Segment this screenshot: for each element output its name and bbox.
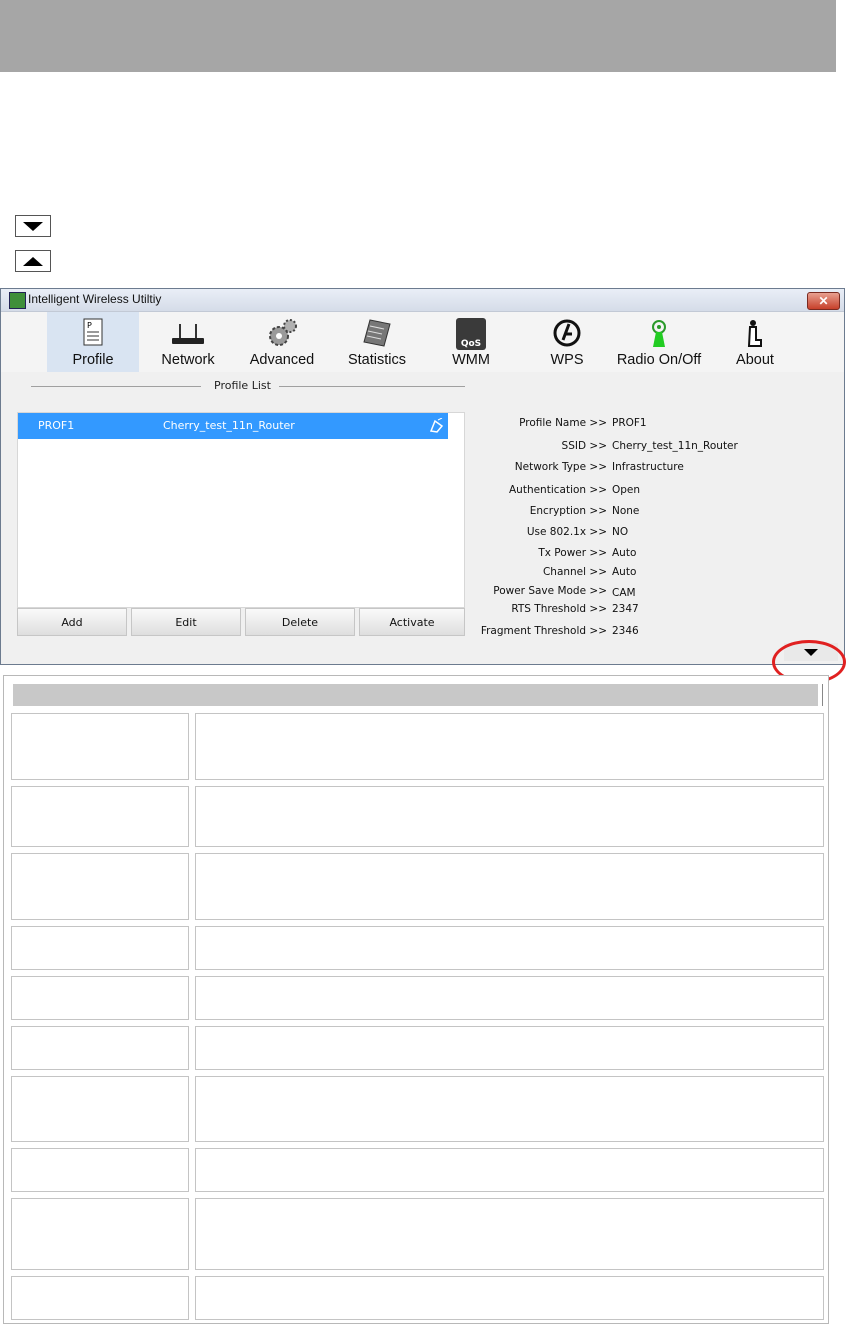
tab-wmm-label: WMM (452, 352, 490, 368)
table-cell (195, 1026, 824, 1070)
detail-label: Tx Power >> (538, 547, 607, 559)
detail-label: SSID >> (561, 440, 607, 452)
qos-icon-text: QoS (460, 339, 482, 349)
detail-label: RTS Threshold >> (511, 603, 607, 615)
detail-value: 2347 (612, 603, 639, 615)
tab-wps[interactable]: WPS (537, 312, 597, 372)
table-cell (195, 976, 824, 1020)
qos-icon: QoS (456, 318, 486, 350)
table-cell (11, 1148, 189, 1192)
table-cell (11, 1026, 189, 1070)
app-logo-icon (9, 292, 26, 309)
detail-value: NO (612, 526, 629, 538)
table-header-edge (822, 684, 823, 706)
tab-network-label: Network (161, 352, 215, 368)
table-cell (195, 926, 824, 970)
profile-icon: P (83, 318, 103, 346)
close-button[interactable]: ✕ (807, 292, 840, 310)
delete-button[interactable]: Delete (245, 608, 355, 636)
profile-list-title: Profile List (214, 379, 271, 392)
table-cell (195, 713, 824, 780)
table-cell (11, 1276, 189, 1320)
detail-value: 2346 (612, 625, 639, 637)
table-cell (195, 1148, 824, 1192)
profile-list-row[interactable]: PROF1 Cherry_test_11n_Router (18, 413, 448, 439)
radio-icon (652, 320, 666, 347)
table-cell (11, 1076, 189, 1142)
add-button[interactable]: Add (17, 608, 127, 636)
table-cell (195, 1276, 824, 1320)
table-cell (11, 976, 189, 1020)
tab-radio-on-off[interactable]: Radio On/Off (609, 312, 709, 372)
description-table (3, 675, 829, 1324)
tab-profile[interactable]: P Profile (47, 312, 139, 372)
gears-icon (269, 319, 297, 346)
svg-text:P: P (87, 321, 92, 330)
detail-label: Encryption >> (529, 505, 607, 517)
detail-label: Channel >> (542, 566, 607, 578)
detail-value: Cherry_test_11n_Router (612, 440, 738, 452)
profile-list: PROF1 Cherry_test_11n_Router (17, 412, 465, 608)
table-cell (195, 853, 824, 920)
profile-ssid-cell: Cherry_test_11n_Router (163, 419, 295, 432)
wps-icon (553, 319, 581, 347)
about-icon (747, 320, 762, 347)
tab-about-label: About (736, 352, 774, 368)
table-cell (11, 786, 189, 847)
statistics-icon (363, 319, 391, 347)
tab-advanced[interactable]: Advanced (241, 312, 323, 372)
tab-wmm[interactable]: QoS WMM (441, 312, 501, 372)
table-cell (195, 1076, 824, 1142)
detail-label: Authentication >> (508, 484, 607, 496)
tab-profile-label: Profile (72, 352, 114, 368)
collapse-arrow-icon (15, 250, 51, 272)
table-header (13, 684, 821, 706)
detail-value: CAM (612, 587, 636, 599)
detail-label: Network Type >> (514, 461, 607, 473)
router-icon (172, 324, 204, 344)
detail-label: Profile Name >> (519, 417, 607, 429)
detail-value: Infrastructure (612, 461, 684, 473)
edit-button[interactable]: Edit (131, 608, 241, 636)
table-cell (11, 853, 189, 920)
table-cell (11, 1198, 189, 1270)
detail-value: PROF1 (612, 417, 647, 429)
detail-value: Auto (612, 547, 637, 559)
table-cell (195, 786, 824, 847)
tab-wps-label: WPS (550, 352, 584, 368)
tab-about[interactable]: About (727, 312, 783, 372)
document-header-band (0, 0, 836, 72)
utility-window: Intelligent Wireless Utiltiy ✕ P Profile… (0, 288, 845, 665)
detail-label: Fragment Threshold >> (480, 625, 607, 637)
expand-arrow-icon (15, 215, 51, 237)
table-cell (195, 1198, 824, 1270)
profile-name-cell: PROF1 (38, 419, 75, 432)
tab-advanced-label: Advanced (249, 352, 315, 368)
detail-label: Use 802.1x >> (526, 526, 607, 538)
detail-value: Auto (612, 566, 637, 578)
table-cell (11, 713, 189, 780)
tab-statistics-label: Statistics (347, 352, 406, 368)
tab-statistics[interactable]: Statistics (339, 312, 415, 372)
group-divider (279, 386, 465, 387)
detail-value: Open (612, 484, 641, 496)
toolbar: P Profile Network Advanced Statistics Qo… (1, 312, 844, 372)
table-cell (11, 926, 189, 970)
group-divider (31, 386, 201, 387)
detail-value: None (612, 505, 640, 517)
title-bar: Intelligent Wireless Utiltiy ✕ (1, 289, 844, 312)
tab-radio-label: Radio On/Off (616, 352, 702, 368)
window-title: Intelligent Wireless Utiltiy (28, 292, 162, 306)
tab-network[interactable]: Network (149, 312, 227, 372)
profile-panel: Profile List PROF1 Cherry_test_11n_Route… (1, 373, 844, 664)
detail-label: Power Save Mode >> (493, 585, 607, 597)
